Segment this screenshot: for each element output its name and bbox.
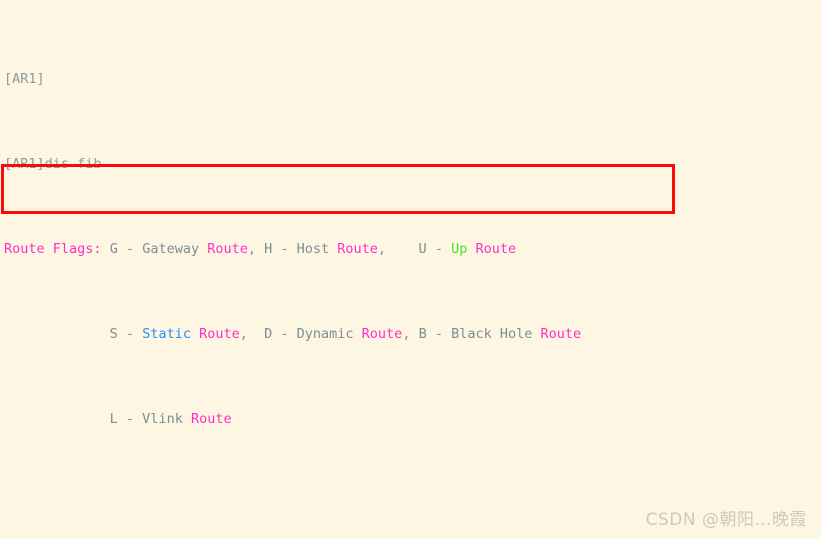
- route-keyword: Route: [540, 326, 582, 342]
- route-flags-line-3: L - Vlink Route: [4, 411, 821, 428]
- route-keyword: Route: [207, 241, 248, 257]
- shell-prompt: [AR1]: [4, 71, 45, 87]
- flag-h-label: , H - Host: [247, 241, 338, 257]
- terminal-window: [AR1] [AR1]dis fib Route Flags: G - Gate…: [0, 0, 821, 539]
- flag-d-label: , D - Dynamic: [239, 326, 362, 342]
- route-keyword: Route: [199, 326, 240, 342]
- route-keyword: Route: [337, 241, 378, 257]
- shell-prompt: [AR1]: [4, 156, 45, 172]
- flag-g-label: G - Gateway: [109, 241, 208, 257]
- terminal-line-command: [AR1]dis fib: [4, 156, 821, 173]
- route-keyword: Route: [190, 411, 232, 427]
- static-keyword: Static: [142, 326, 191, 342]
- route-keyword: Route: [475, 241, 517, 257]
- route-keyword: Route: [361, 326, 403, 342]
- flag-l-label: L - Vlink: [109, 411, 191, 427]
- up-keyword: Up: [451, 241, 468, 257]
- csdn-watermark: CSDN @朝阳…晚霞: [645, 510, 807, 530]
- route-flags-line-2: S - Static Route, D - Dynamic Route, B -…: [4, 326, 821, 343]
- route-flags-label: Route Flags:: [4, 241, 102, 257]
- flag-b-label: , B - Black Hole: [402, 326, 541, 342]
- terminal-output: [AR1] [AR1]dis fib Route Flags: G - Gate…: [4, 3, 821, 539]
- terminal-line-prompt-1: [AR1]: [4, 71, 821, 88]
- command-text: dis fib: [44, 156, 102, 172]
- flag-u-prefix: , U -: [377, 241, 452, 257]
- route-flags-line-1: Route Flags: G - Gateway Route, H - Host…: [4, 241, 821, 258]
- flag-s-label: S -: [109, 326, 143, 342]
